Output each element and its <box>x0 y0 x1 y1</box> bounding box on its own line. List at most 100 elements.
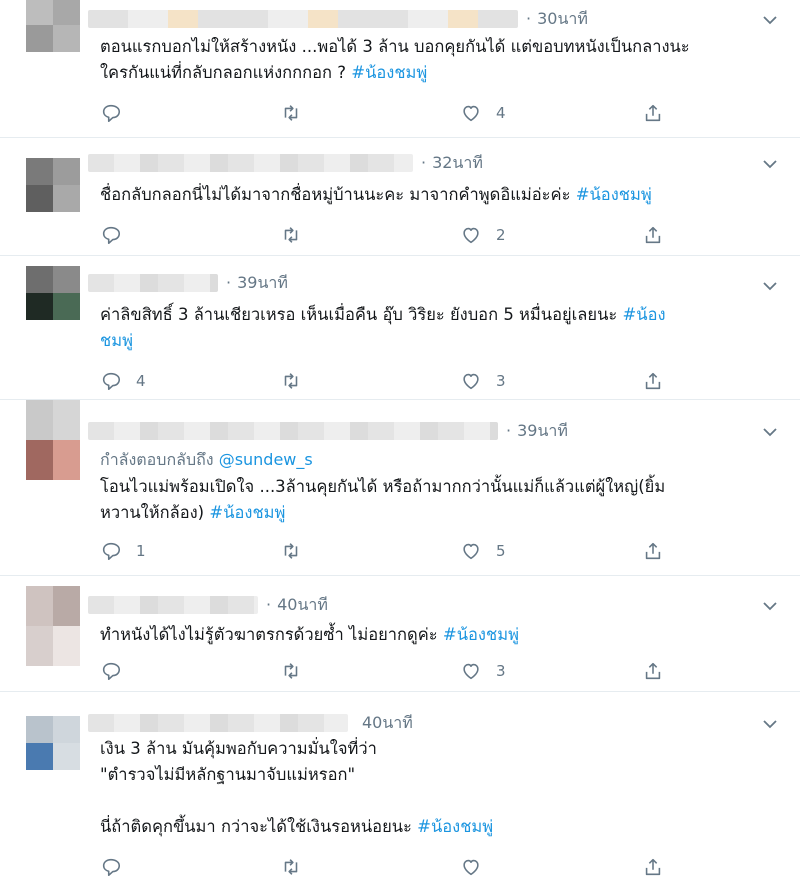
timestamp[interactable]: · 32นาที <box>421 151 483 176</box>
reply-button[interactable]: 4 <box>100 370 146 392</box>
tweet[interactable]: · 40นาที ทำหนังได้ไงไม่รู้ตัวฆาตรกรด้วยซ้… <box>0 576 800 692</box>
like-button[interactable]: 3 <box>460 660 506 682</box>
tweet-actions: 2 <box>100 222 680 248</box>
hashtag-link[interactable]: #น้องชมพู่ <box>576 185 652 204</box>
share-button[interactable] <box>642 856 664 878</box>
tweet-text: โอนไวแม่พร้อมเปิดใจ ...3ล้านคุยกันได้ หร… <box>100 477 666 522</box>
tweet-actions <box>100 854 680 880</box>
hashtag-link[interactable]: #น้องชมพู่ <box>351 63 427 82</box>
avatar[interactable] <box>26 586 80 666</box>
reply-icon <box>102 226 121 245</box>
like-button[interactable]: 2 <box>460 224 506 246</box>
retweet-button[interactable] <box>280 660 316 682</box>
tweet[interactable]: · 39นาที ค่าลิขสิทธิ์ 3 ล้านเชียวเหรอ เห็… <box>0 256 800 400</box>
share-icon <box>645 372 661 390</box>
tweet[interactable]: · 39นาที กำลังตอบกลับถึง @sundew_s โอนไวแ… <box>0 400 800 576</box>
avatar[interactable] <box>26 716 80 770</box>
like-button[interactable] <box>460 856 496 878</box>
chevron-down-icon[interactable] <box>760 422 780 442</box>
chevron-down-icon[interactable] <box>760 596 780 616</box>
tweet-text: เงิน 3 ล้าน มันคุ้มพอกับความมั่นใจที่ว่า… <box>100 739 494 836</box>
timestamp[interactable]: · 39นาที <box>226 271 288 296</box>
tweet-actions: 1 5 <box>100 538 680 564</box>
tweet-header: · 32นาที <box>88 152 740 174</box>
hashtag-link[interactable]: #น้องชมพู่ <box>443 625 519 644</box>
retweet-button[interactable] <box>280 102 316 124</box>
avatar[interactable] <box>26 158 80 212</box>
retweet-icon <box>284 543 298 559</box>
reply-count: 1 <box>136 542 146 560</box>
like-button[interactable]: 3 <box>460 370 506 392</box>
heart-icon <box>463 663 479 680</box>
tweet-text: ทำหนังได้ไงไม่รู้ตัวฆาตรกรด้วยซ้ำ ไม่อยา… <box>100 625 519 644</box>
reply-icon <box>102 104 121 123</box>
reply-handle-link[interactable]: @sundew_s <box>219 450 313 469</box>
tweet-actions: 3 <box>100 658 680 684</box>
reply-count: 4 <box>136 372 146 390</box>
heart-icon <box>463 105 479 122</box>
like-button[interactable]: 4 <box>460 102 506 124</box>
share-button[interactable] <box>642 224 664 246</box>
username-blurred[interactable] <box>88 10 518 28</box>
tweet-actions: 4 <box>100 100 680 126</box>
share-button[interactable] <box>642 540 664 562</box>
chevron-down-icon[interactable] <box>760 276 780 296</box>
tweet[interactable]: · 30นาที ตอนแรกบอกไม่ให้สร้างหนัง ...พอได… <box>0 0 800 138</box>
tweet-text: ตอนแรกบอกไม่ให้สร้างหนัง ...พอได้ 3 ล้าน… <box>100 37 690 82</box>
tweet-header: · 30นาที <box>88 8 740 30</box>
retweet-button[interactable] <box>280 224 316 246</box>
tweet-header: 40นาที <box>88 712 740 734</box>
reply-button[interactable] <box>100 660 136 682</box>
reply-button[interactable] <box>100 102 136 124</box>
like-count: 5 <box>496 542 506 560</box>
avatar[interactable] <box>26 400 80 480</box>
tweet-text: ค่าลิขสิทธิ์ 3 ล้านเชียวเหรอ เห็นเมื่อคื… <box>100 305 666 350</box>
timestamp[interactable]: · 39นาที <box>506 419 568 444</box>
timestamp[interactable]: · 30นาที <box>526 7 588 32</box>
reply-button[interactable] <box>100 856 136 878</box>
retweet-button[interactable] <box>280 540 316 562</box>
share-button[interactable] <box>642 102 664 124</box>
reply-button[interactable]: 1 <box>100 540 146 562</box>
retweet-button[interactable] <box>280 856 316 878</box>
retweet-icon <box>284 859 298 875</box>
like-count: 4 <box>496 104 506 122</box>
reply-icon <box>102 372 121 391</box>
heart-icon <box>463 227 479 244</box>
hashtag-link[interactable]: #น้องชมพู่ <box>209 503 285 522</box>
share-icon <box>645 542 661 560</box>
tweet-header: · 40นาที <box>88 594 740 616</box>
timestamp[interactable]: 40นาที <box>362 711 413 736</box>
retweet-icon <box>284 227 298 243</box>
tweet-actions: 4 3 <box>100 368 680 394</box>
like-count: 3 <box>496 662 506 680</box>
share-button[interactable] <box>642 370 664 392</box>
timestamp[interactable]: · 40นาที <box>266 593 328 618</box>
reply-icon <box>102 542 121 561</box>
username-blurred[interactable] <box>88 714 348 732</box>
username-blurred[interactable] <box>88 274 218 292</box>
avatar[interactable] <box>26 0 80 52</box>
avatar[interactable] <box>26 266 80 320</box>
username-blurred[interactable] <box>88 596 258 614</box>
like-button[interactable]: 5 <box>460 540 506 562</box>
share-icon <box>645 662 661 680</box>
username-blurred[interactable] <box>88 154 413 172</box>
chevron-down-icon[interactable] <box>760 714 780 734</box>
tweet[interactable]: · 32นาที ชื่อกลับกลอกนี่ไม่ได้มาจากชื่อหม… <box>0 138 800 256</box>
retweet-icon <box>284 105 298 121</box>
reply-button[interactable] <box>100 224 136 246</box>
heart-icon <box>463 373 479 390</box>
heart-icon <box>463 543 479 560</box>
share-icon <box>645 858 661 876</box>
share-button[interactable] <box>642 660 664 682</box>
hashtag-link[interactable]: #น้องชมพู่ <box>417 817 493 836</box>
chevron-down-icon[interactable] <box>760 154 780 174</box>
tweet[interactable]: 40นาที เงิน 3 ล้าน มันคุ้มพอกับความมั่นใ… <box>0 692 800 882</box>
share-icon <box>645 226 661 244</box>
chevron-down-icon[interactable] <box>760 10 780 30</box>
retweet-button[interactable] <box>280 370 316 392</box>
tweet-header: · 39นาที <box>88 420 740 442</box>
username-blurred[interactable] <box>88 422 498 440</box>
reply-icon <box>102 858 121 877</box>
